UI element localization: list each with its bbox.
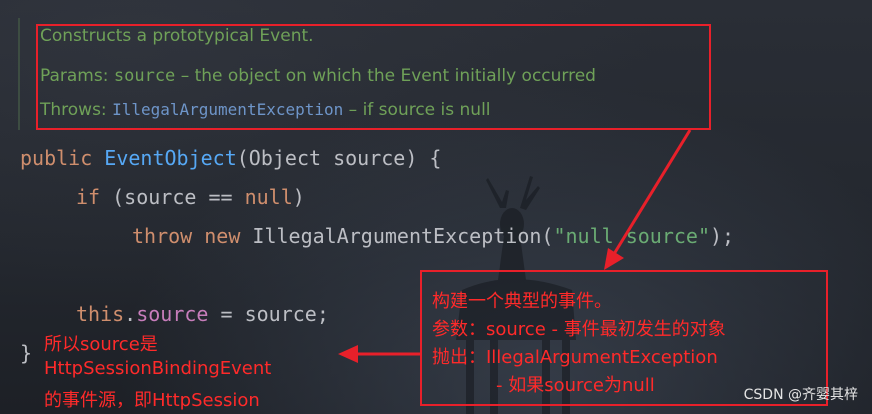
note-left-line3: 的事件源，即HttpSession bbox=[44, 390, 260, 411]
note-translation-line2: 参数：source - 事件最初发生的对象 bbox=[432, 319, 726, 340]
note-left-line1: 所以source是 bbox=[44, 334, 158, 355]
arrow-doc-to-note bbox=[612, 129, 692, 255]
note-translation-line1: 构建一个典型的事件。 bbox=[432, 291, 612, 312]
csdn-watermark: CSDN @齐婴其梓 bbox=[743, 387, 858, 403]
note-translation-line3: 抛出：IllegalArgumentException bbox=[432, 347, 718, 368]
arrow-note-to-brace-head bbox=[338, 345, 358, 363]
note-translation-line4: - 如果source为null bbox=[496, 375, 655, 396]
note-left-line2: HttpSessionBindingEvent bbox=[44, 358, 272, 379]
